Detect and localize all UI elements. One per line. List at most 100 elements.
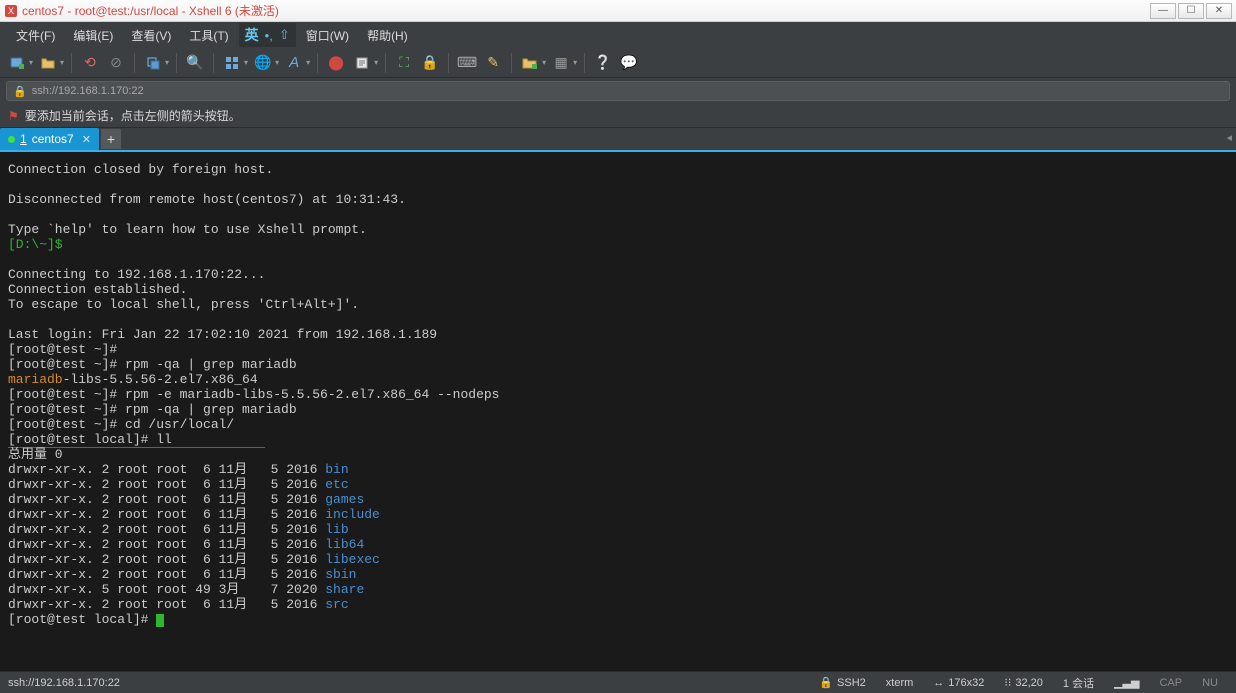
open-folder-icon[interactable] [37,52,59,74]
tab-add-button[interactable]: + [101,129,121,149]
menu-tools[interactable]: 工具(T) [181,24,236,47]
hint-text: 要添加当前会话，点击左侧的箭头按钮。 [25,107,241,124]
ime-dot-icon: •, [265,28,273,43]
address-text: ssh://192.168.1.170:22 [32,85,144,97]
search-icon[interactable]: 🔍 [184,52,206,74]
highlight-icon[interactable]: ✎ [482,52,504,74]
window-controls: — ☐ ✕ [1150,3,1232,19]
close-button[interactable]: ✕ [1206,3,1232,19]
status-speed-icon: ▁▃▅ [1104,676,1149,689]
term-line: Connection established. [8,282,187,297]
size-icon: ↔ [933,677,944,689]
dropdown-icon[interactable]: ▾ [60,58,64,67]
status-pos: ⁝⁝32,20 [994,676,1053,689]
term-highlight: mariadb [8,372,63,387]
term-row: drwxr-xr-x. 2 root root 6 11月 5 2016 [8,522,325,537]
address-input[interactable]: 🔒 ssh://192.168.1.170:22 [6,81,1230,101]
window-title: centos7 - root@test:/usr/local - Xshell … [22,2,1150,19]
chat-icon[interactable]: 💬 [618,52,640,74]
term-line: Disconnected from remote host(centos7) a… [8,192,406,207]
terminal-cursor [156,614,164,627]
dir-name: share [325,582,364,597]
reconnect-icon[interactable]: ⟲ [79,52,101,74]
status-term: xterm [876,677,924,689]
address-bar: 🔒 ssh://192.168.1.170:22 [0,78,1236,104]
status-protocol: 🔒SSH2 [809,676,875,689]
status-dot-icon [8,136,15,143]
hint-bar: ⚑ 要添加当前会话，点击左侧的箭头按钮。 [0,104,1236,128]
dir-name: src [325,597,348,612]
term-line: Last login: Fri Jan 22 17:02:10 2021 fro… [8,327,437,342]
help-icon[interactable]: ❔ [592,52,614,74]
term-row: drwxr-xr-x. 2 root root 6 11月 5 2016 [8,567,325,582]
dropdown-icon[interactable]: ▾ [275,58,279,67]
menu-file[interactable]: 文件(F) [8,24,63,47]
term-local-prompt: [D:\~]$ [8,237,63,252]
term-line: To escape to local shell, press 'Ctrl+Al… [8,297,359,312]
menu-bar: 文件(F) 编辑(E) 查看(V) 工具(T) 英 •, ⇧ 窗口(W) 帮助(… [0,22,1236,48]
dropdown-icon[interactable]: ▾ [306,58,310,67]
tab-close-icon[interactable]: ✕ [82,133,91,146]
term-row: drwxr-xr-x. 2 root root 6 11月 5 2016 [8,597,325,612]
ime-indicator[interactable]: 英 •, ⇧ [239,23,296,47]
grid-icon[interactable]: ▦ [550,52,572,74]
dropdown-icon[interactable]: ▾ [573,58,577,67]
dir-name: bin [325,462,348,477]
term-line: Connecting to 192.168.1.170:22... [8,267,265,282]
lock-icon[interactable]: 🔒 [419,52,441,74]
menu-window[interactable]: 窗口(W) [298,24,357,47]
term-prompt: [root@test local]# [8,612,156,627]
term-prompt: [root@test ~]# [8,342,117,357]
term-prompt: [root@test ~]# rpm -qa | grep mariadb [8,402,297,417]
terminal-output[interactable]: Connection closed by foreign host. Disco… [0,152,1236,671]
term-row: drwxr-xr-x. 2 root root 6 11月 5 2016 [8,552,325,567]
dir-name: games [325,492,364,507]
dir-name: lib64 [325,537,364,552]
status-num: NU [1192,677,1228,689]
minimize-button[interactable]: — [1150,3,1176,19]
keyboard-icon[interactable]: ⌨ [456,52,478,74]
panels-icon[interactable] [221,52,243,74]
tab-label: centos7 [32,132,74,146]
term-row: drwxr-xr-x. 2 root root 6 11月 5 2016 [8,492,325,507]
pos-icon: ⁝⁝ [1004,676,1011,689]
font-icon[interactable]: A [283,52,305,74]
term-line: Connection closed by foreign host. [8,162,273,177]
dropdown-icon[interactable]: ▾ [29,58,33,67]
term-row: drwxr-xr-x. 5 root root 49 3月 7 2020 [8,582,325,597]
record-icon[interactable]: ⬤ [325,52,347,74]
tab-centos7[interactable]: 1 centos7 ✕ [0,128,99,150]
term-line: -libs-5.5.56-2.el7.x86_64 [63,372,258,387]
term-row: drwxr-xr-x. 2 root root 6 11月 5 2016 [8,462,325,477]
menu-view[interactable]: 查看(V) [123,24,179,47]
toolbar: ▾ ▾ ⟲ ⊘ ▾ 🔍 ▾ 🌐▾ A▾ ⬤ ▾ ⛶ 🔒 ⌨ ✎ ▾ ▦▾ ❔ 💬 [0,48,1236,78]
globe-icon[interactable]: 🌐 [252,52,274,74]
term-prompt: [root@test ~]# cd /usr/local/ [8,417,234,432]
tab-index: 1 [20,132,27,146]
dropdown-icon[interactable]: ▾ [374,58,378,67]
svg-text:X: X [8,6,14,16]
app-icon: X [4,4,18,18]
dir-name: etc [325,477,348,492]
menu-edit[interactable]: 编辑(E) [65,24,121,47]
status-sessions: 1 会话 [1053,675,1104,691]
fullscreen-icon[interactable]: ⛶ [393,52,415,74]
copy-icon[interactable] [142,52,164,74]
dropdown-icon[interactable]: ▾ [165,58,169,67]
term-row: drwxr-xr-x. 2 root root 6 11月 5 2016 [8,537,325,552]
term-prompt: [root@test ~]# rpm -qa | grep mariadb [8,357,297,372]
term-line: Type `help' to learn how to use Xshell p… [8,222,367,237]
window-title-bar: X centos7 - root@test:/usr/local - Xshel… [0,0,1236,22]
status-bar: ssh://192.168.1.170:22 🔒SSH2 xterm ↔176x… [0,671,1236,693]
disconnect-icon[interactable]: ⊘ [105,52,127,74]
tabs-scroll-icon[interactable]: ◂ [1226,131,1232,144]
new-folder-icon[interactable] [519,52,541,74]
maximize-button[interactable]: ☐ [1178,3,1204,19]
script-icon[interactable] [351,52,373,74]
menu-help[interactable]: 帮助(H) [359,24,416,47]
dir-name: sbin [325,567,356,582]
term-row: drwxr-xr-x. 2 root root 6 11月 5 2016 [8,477,325,492]
dropdown-icon[interactable]: ▾ [542,58,546,67]
new-session-icon[interactable] [6,52,28,74]
dropdown-icon[interactable]: ▾ [244,58,248,67]
